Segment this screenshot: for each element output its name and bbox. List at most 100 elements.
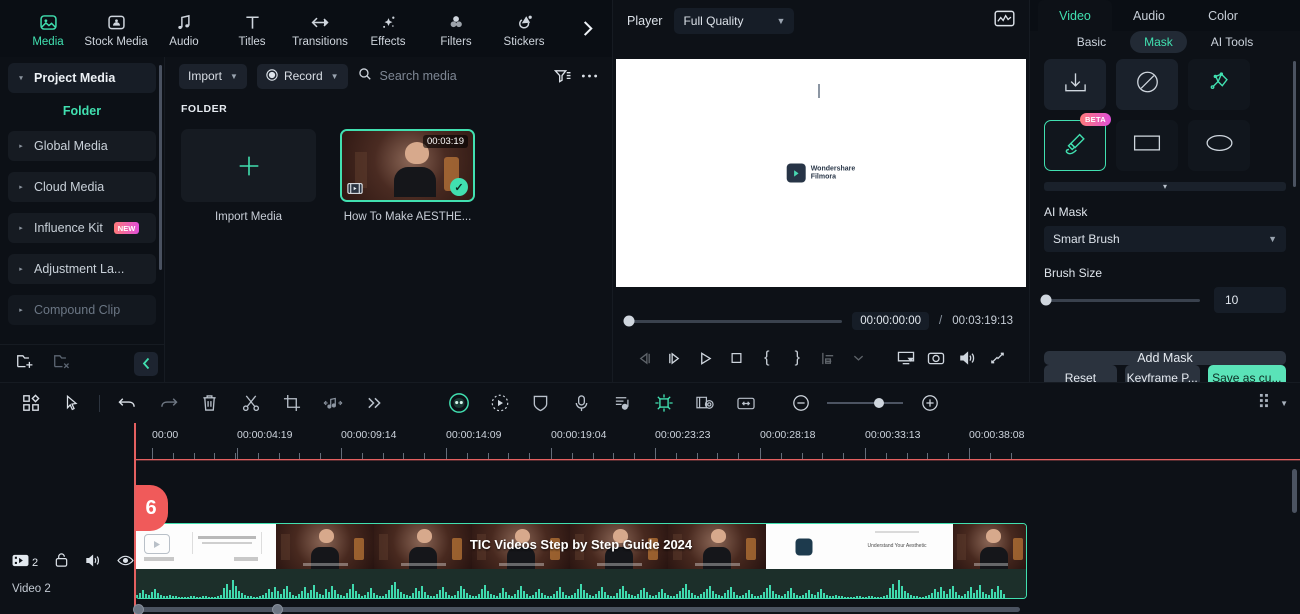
track-header-video2[interactable]: 2 Video 2 [0,540,134,614]
sidebar-item-project-media[interactable]: ▾ Project Media [8,63,156,93]
shield-button[interactable] [520,386,561,420]
tab-filters[interactable]: Filters [422,9,490,48]
timeline-playhead[interactable] [134,423,136,614]
stop-button[interactable] [721,342,752,374]
sidebar-item-global-media[interactable]: ▸ Global Media [8,131,156,161]
delete-button[interactable] [189,386,230,420]
volume-button[interactable] [952,342,983,374]
eye-icon[interactable] [117,554,134,572]
speaker-icon[interactable] [85,553,101,573]
mask-scrollbar[interactable] [1293,61,1296,187]
mask-ellipse-button[interactable] [1188,120,1250,171]
mask-import-button[interactable] [1044,59,1106,110]
zoom-out-button[interactable] [780,386,821,420]
mask-rectangle-button[interactable] [1116,120,1178,171]
tab-titles[interactable]: Titles [218,9,286,48]
zoom-knob[interactable] [874,398,884,408]
voiceover-button[interactable] [561,386,602,420]
mask-none-button[interactable] [1116,59,1178,110]
quality-select[interactable]: Full Quality ▼ [674,8,795,34]
tab-video[interactable]: Video [1038,0,1112,31]
mark-out-button[interactable]: } [782,342,813,374]
split-button[interactable] [813,342,844,374]
tab-color[interactable]: Color [1186,0,1260,31]
mask-pen-button[interactable] [1188,59,1250,110]
tab-audio[interactable]: Audio [150,9,218,48]
caret-down-icon[interactable]: ▼ [1280,399,1288,408]
timeline-range-handle-left[interactable] [133,604,144,614]
ai-copilot-button[interactable] [438,386,479,420]
zoom-in-button[interactable] [909,386,950,420]
split-button[interactable] [230,386,271,420]
sidebar-scrollbar[interactable] [159,65,162,270]
brush-size-slider[interactable] [1040,294,1200,306]
timeline-ruler[interactable]: 00:00 00:00:04:19 00:00:09:14 00:00:14:0… [134,423,1300,461]
tab-transitions[interactable]: Transitions [286,9,354,48]
previous-frame-button[interactable] [629,342,660,374]
fullscreen-button[interactable] [982,342,1013,374]
subtab-basic[interactable]: Basic [1063,31,1120,53]
seek-slider[interactable] [623,315,843,327]
import-button[interactable]: Import ▼ [179,63,247,89]
auto-reframe-button[interactable] [479,386,520,420]
media-item-thumb[interactable]: 00:03:19 ✓ [340,129,475,202]
brush-size-knob[interactable] [1040,294,1052,306]
snapshot-button[interactable] [921,342,952,374]
subtab-mask[interactable]: Mask [1130,31,1187,53]
video-clip[interactable]: Understand Your Aesthetic TIC Videos Ste… [135,523,1027,599]
marker-button[interactable] [643,386,684,420]
more-tools-button[interactable] [353,386,394,420]
sidebar-item-cloud-media[interactable]: ▸ Cloud Media [8,172,156,202]
unlock-icon[interactable] [54,552,69,573]
split-dropdown-button[interactable] [843,342,874,374]
brush-size-value[interactable]: 10 [1214,287,1286,313]
add-mask-button[interactable]: Add Mask [1044,351,1286,365]
subtab-ai-tools[interactable]: AI Tools [1197,31,1267,53]
search-input[interactable] [379,69,520,83]
redo-button[interactable] [148,386,189,420]
tab-audio[interactable]: Audio [1112,0,1186,31]
tab-effects[interactable]: Effects [354,9,422,48]
tab-stock-media[interactable]: Stock Media [82,9,150,48]
play-button[interactable] [690,342,721,374]
sidebar-item-adjustment-layer[interactable]: ▸ Adjustment La... [8,254,156,284]
zoom-slider[interactable] [827,398,903,408]
import-media-cell[interactable]: Import Media [181,129,316,223]
select-tool-button[interactable] [51,386,92,420]
audio-mixer-button[interactable] [602,386,643,420]
mask-expand-button[interactable]: ▾ [1044,182,1286,191]
sidebar-item-influence-kit[interactable]: ▸ Influence Kit NEW [8,213,156,243]
tabbar-next-icon[interactable] [572,0,602,57]
dots-grid-icon[interactable] [1259,393,1274,414]
sidebar-collapse-button[interactable] [134,351,158,376]
fit-timeline-button[interactable] [725,386,766,420]
timeline-tracks-area[interactable]: 00:00 00:00:04:19 00:00:09:14 00:00:14:0… [134,423,1300,614]
timeline-vertical-scrollbar[interactable] [1292,469,1297,513]
mask-smart-brush-button[interactable]: BETA [1044,113,1111,171]
ai-mask-select[interactable]: Smart Brush ▼ [1044,226,1286,252]
current-timecode[interactable]: 00:00:00:00 [852,312,930,330]
next-frame-button[interactable] [660,342,691,374]
crop-button[interactable] [271,386,312,420]
media-item-cell[interactable]: 00:03:19 ✓ How To Make AESTHE... [340,129,475,223]
layout-grid-button[interactable] [10,386,51,420]
more-options-icon[interactable] [581,73,598,79]
green-screen-button[interactable] [684,386,725,420]
seek-knob[interactable] [623,315,635,327]
new-folder-icon[interactable] [16,352,35,375]
player-stage[interactable]: Wondershare Filmora [613,42,1029,304]
record-button[interactable]: Record ▼ [256,63,348,89]
preview-canvas[interactable]: Wondershare Filmora [616,59,1026,287]
waveform-graph-icon[interactable] [994,9,1015,33]
tab-stickers[interactable]: Stickers [490,9,558,48]
undo-button[interactable] [107,386,148,420]
delete-folder-icon[interactable] [53,352,72,375]
screen-display-button[interactable] [891,342,922,374]
audio-detach-button[interactable] [312,386,353,420]
timeline-range-handle-right[interactable] [272,604,283,614]
tab-media[interactable]: Media [14,9,82,48]
sidebar-item-compound-clip[interactable]: ▸ Compound Clip [8,295,156,325]
filter-icon[interactable] [554,68,571,84]
import-media-thumb[interactable] [181,129,316,202]
mark-in-button[interactable]: { [751,342,782,374]
